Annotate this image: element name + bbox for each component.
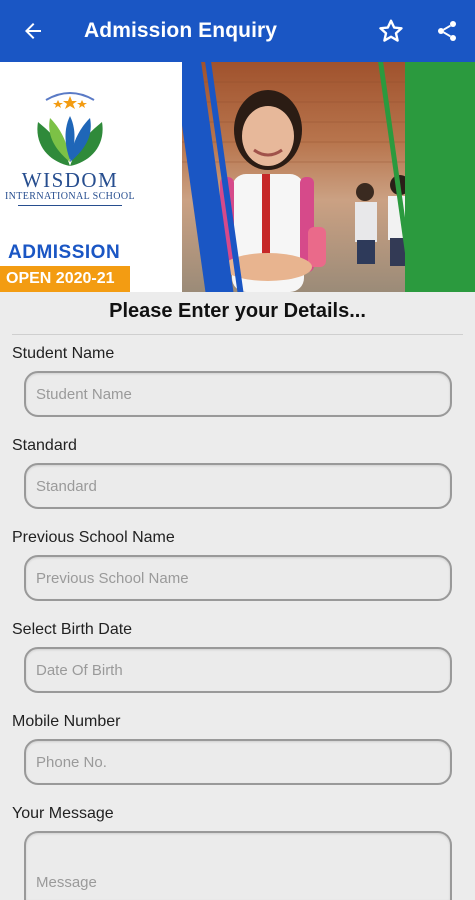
school-name-line2: INTERNATIONAL SCHOOL (4, 191, 136, 202)
admission-label: ADMISSION (0, 240, 130, 266)
back-button[interactable] (2, 0, 64, 62)
page-title: Admission Enquiry (84, 19, 278, 42)
message-input[interactable] (24, 831, 452, 900)
phone-input[interactable] (24, 739, 452, 785)
admission-banner: WISDOM INTERNATIONAL SCHOOL ADMISSION OP… (0, 62, 475, 292)
share-icon (438, 21, 456, 41)
arrow-left-icon (25, 23, 41, 39)
app-bar: Admission Enquiry (0, 0, 475, 62)
message-label: Your Message (12, 805, 114, 822)
admission-badge: ADMISSION OPEN 2020-21 (0, 240, 130, 292)
star-icon (379, 19, 403, 42)
standard-input[interactable] (24, 463, 452, 509)
mobile-number-label: Mobile Number (12, 713, 121, 730)
favorite-button[interactable] (363, 0, 419, 62)
previous-school-input[interactable] (24, 555, 452, 601)
admission-open-label: OPEN 2020-21 (0, 266, 130, 292)
student-name-label: Student Name (12, 345, 115, 362)
school-name-line1: WISDOM (21, 168, 119, 192)
share-button[interactable] (419, 0, 475, 62)
form-heading: Please Enter your Details... (109, 300, 366, 322)
student-name-input[interactable] (24, 371, 452, 417)
logo-underline (18, 205, 122, 206)
school-logo-icon (37, 92, 103, 166)
banner-green-bar (405, 62, 475, 292)
standard-label: Standard (12, 437, 77, 454)
birth-date-input[interactable] (24, 647, 452, 693)
previous-school-label: Previous School Name (12, 529, 175, 546)
birth-date-label: Select Birth Date (12, 621, 133, 638)
divider (12, 334, 463, 335)
